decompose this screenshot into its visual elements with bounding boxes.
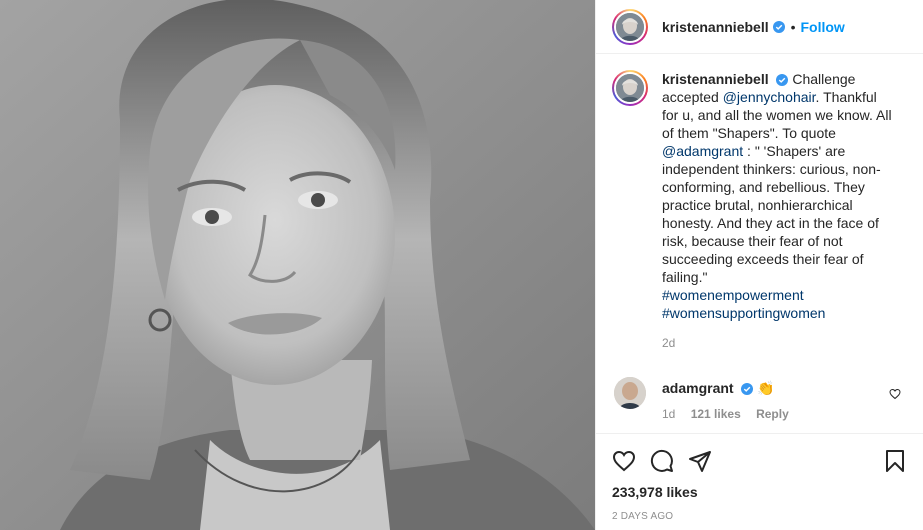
follow-button[interactable]: Follow <box>801 19 845 35</box>
heart-icon[interactable] <box>612 449 636 473</box>
avatar-image <box>614 377 646 409</box>
caption-username[interactable]: kristenanniebell <box>662 71 769 87</box>
avatar-image <box>616 12 644 41</box>
header-avatar[interactable] <box>612 8 648 45</box>
comment-heart-icon[interactable] <box>889 388 901 400</box>
post-actions: 233,978 likes 2 DAYS AGO <box>596 433 923 522</box>
mention-adamgrant[interactable]: @adamgrant <box>662 143 743 159</box>
avatar-image <box>616 74 644 102</box>
post-photo[interactable] <box>0 0 595 530</box>
caption-avatar[interactable] <box>612 70 648 106</box>
post-caption: kristenanniebell Challenge accepted @jen… <box>612 70 907 352</box>
caption-timestamp[interactable]: 2d <box>662 334 894 352</box>
mention-jennychohair[interactable]: @jennychohair <box>723 89 816 105</box>
selfie-image <box>0 0 595 530</box>
comment-timestamp[interactable]: 1d <box>662 407 675 421</box>
header-username[interactable]: kristenanniebell <box>662 19 769 35</box>
hashtag-womensupportingwomen[interactable]: #womensupportingwomen <box>662 305 825 321</box>
comments-section: kristenanniebell Challenge accepted @jen… <box>596 54 923 433</box>
comment-meta: 1d 121 likes Reply <box>662 407 801 421</box>
comment-item: adamgrant 👏 1d 121 likes Reply <box>612 377 907 421</box>
hashtag-womenempowerment[interactable]: #womenempowerment <box>662 287 804 303</box>
caption-body: kristenanniebell Challenge accepted @jen… <box>662 70 894 352</box>
verified-badge-icon <box>772 20 785 33</box>
comment-avatar[interactable] <box>614 377 646 409</box>
header-separator: • <box>790 18 796 35</box>
comment-likes[interactable]: 121 likes <box>691 407 741 421</box>
post-header: kristenanniebell • Follow <box>596 0 923 54</box>
share-icon[interactable] <box>688 449 712 473</box>
comment-text: 👏 <box>757 380 775 396</box>
comment-username[interactable]: adamgrant <box>662 380 734 396</box>
post-date[interactable]: 2 DAYS AGO <box>596 511 923 522</box>
instagram-post: kristenanniebell • Follow kristenanniebe… <box>0 0 923 530</box>
caption-text: : " 'Shapers' are independent thinkers: … <box>662 143 881 285</box>
verified-badge-icon <box>776 74 789 86</box>
comment-icon[interactable] <box>650 449 674 473</box>
bookmark-icon[interactable] <box>883 449 907 473</box>
reply-button[interactable]: Reply <box>756 407 789 421</box>
action-bar <box>596 434 923 482</box>
likes-count[interactable]: 233,978 likes <box>596 484 923 500</box>
post-sidebar: kristenanniebell • Follow kristenanniebe… <box>595 0 923 530</box>
verified-badge-icon <box>741 383 754 395</box>
